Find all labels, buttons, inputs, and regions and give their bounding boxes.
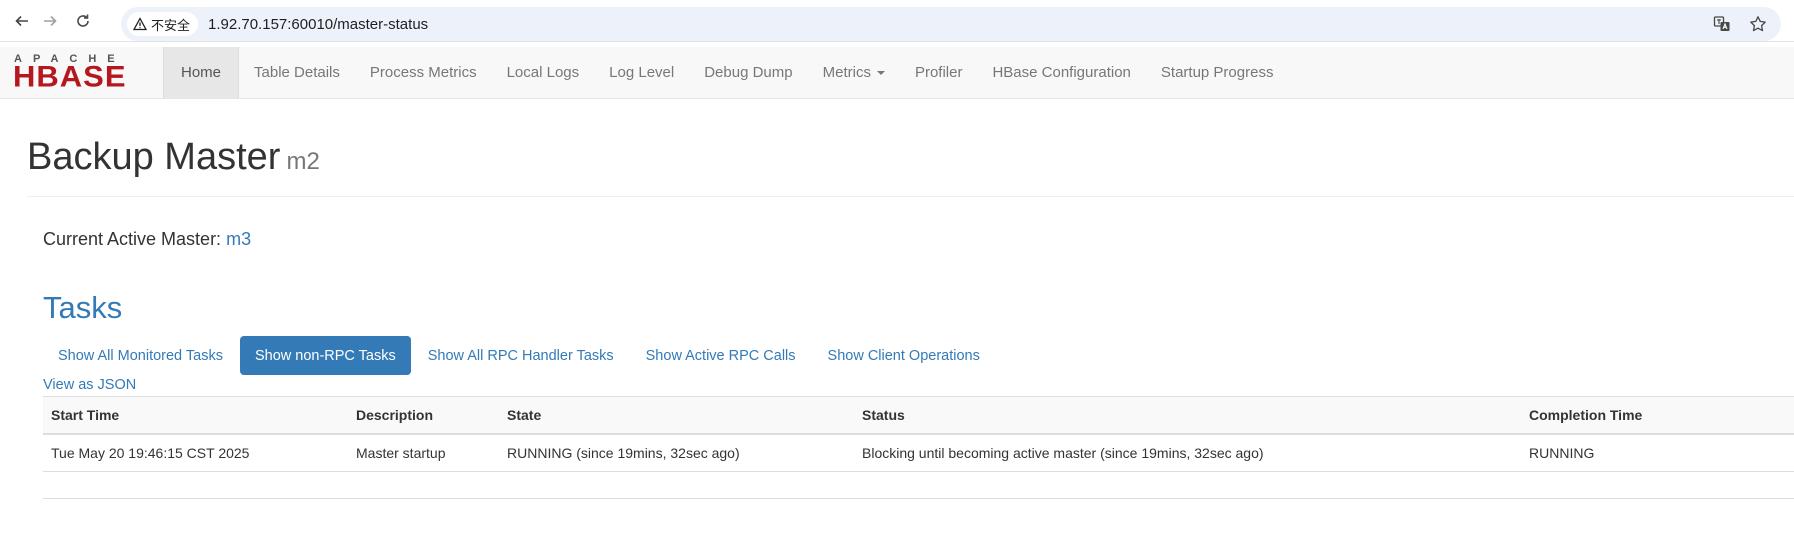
page-title-host: m2: [286, 148, 320, 175]
nav-local-logs[interactable]: Local Logs: [492, 47, 595, 98]
nav-metrics-label: Metrics: [822, 64, 871, 81]
table-row: Tue May 20 19:46:15 CST 2025 Master star…: [43, 434, 1794, 472]
nav-hbase-configuration[interactable]: HBase Configuration: [977, 47, 1145, 98]
address-bar[interactable]: 不安全 1.92.70.157:60010/master-status: [121, 7, 1781, 41]
logo-hbase-text: HBASE: [13, 59, 127, 94]
hbase-logo[interactable]: APACHE HBASE: [0, 47, 163, 98]
cell-state: RUNNING (since 19mins, 32sec ago): [499, 434, 854, 472]
cell-start-time: Tue May 20 19:46:15 CST 2025: [43, 434, 348, 472]
tab-active-rpc-calls[interactable]: Show Active RPC Calls: [631, 336, 811, 375]
column-header-state: State: [499, 396, 854, 435]
page-header: Backup Master m2: [27, 134, 1794, 197]
nav-process-metrics[interactable]: Process Metrics: [355, 47, 492, 98]
nav-startup-progress[interactable]: Startup Progress: [1146, 47, 1289, 98]
nav-metrics-dropdown[interactable]: Metrics: [808, 47, 900, 98]
view-as-json-link[interactable]: View as JSON: [43, 377, 136, 393]
tasks-table: Start Time Description State Status Comp…: [43, 396, 1794, 472]
cell-completion-time: RUNNING: [1521, 434, 1794, 472]
page-title-text: Backup Master: [27, 136, 281, 178]
hbase-navbar: APACHE HBASE Home Table Details Process …: [0, 47, 1794, 99]
column-header-description: Description: [348, 396, 499, 435]
nav-table-details[interactable]: Table Details: [239, 47, 355, 98]
back-icon[interactable]: [9, 8, 35, 34]
column-header-completion-time: Completion Time: [1521, 396, 1794, 435]
column-header-status: Status: [854, 396, 1521, 435]
url-text[interactable]: 1.92.70.157:60010/master-status: [208, 16, 428, 33]
security-label: 不安全: [151, 17, 191, 33]
warning-icon: [133, 17, 147, 31]
column-header-start-time: Start Time: [43, 396, 348, 435]
cell-description: Master startup: [348, 434, 499, 472]
nav-profiler[interactable]: Profiler: [900, 47, 978, 98]
caret-down-icon: [876, 70, 885, 75]
cell-status: Blocking until becoming active master (s…: [854, 434, 1521, 472]
table-bottom-divider: [43, 498, 1794, 499]
task-filter-tabs: Show All Monitored Tasks Show non-RPC Ta…: [43, 336, 997, 375]
forward-icon[interactable]: [37, 8, 63, 34]
nav-debug-dump[interactable]: Debug Dump: [689, 47, 807, 98]
current-active-master: Current Active Master: m3: [43, 229, 251, 250]
tasks-heading: Tasks: [43, 290, 123, 325]
active-master-link[interactable]: m3: [226, 229, 251, 249]
active-master-label: Current Active Master:: [43, 229, 222, 249]
reload-icon[interactable]: [70, 8, 96, 34]
tab-all-rpc-handler-tasks[interactable]: Show All RPC Handler Tasks: [413, 336, 629, 375]
bookmark-star-icon[interactable]: [1747, 13, 1769, 35]
nav-home[interactable]: Home: [163, 47, 240, 98]
tab-non-rpc-tasks[interactable]: Show non-RPC Tasks: [239, 336, 411, 375]
translate-icon[interactable]: [1711, 13, 1733, 35]
browser-toolbar: 不安全 1.92.70.157:60010/master-status: [0, 0, 1794, 42]
nav-log-level[interactable]: Log Level: [594, 47, 689, 98]
tab-all-monitored-tasks[interactable]: Show All Monitored Tasks: [43, 336, 238, 375]
table-header-row: Start Time Description State Status Comp…: [43, 396, 1794, 435]
tab-client-operations[interactable]: Show Client Operations: [813, 336, 995, 375]
security-chip[interactable]: 不安全: [127, 12, 199, 36]
page-title: Backup Master m2: [27, 134, 1794, 185]
